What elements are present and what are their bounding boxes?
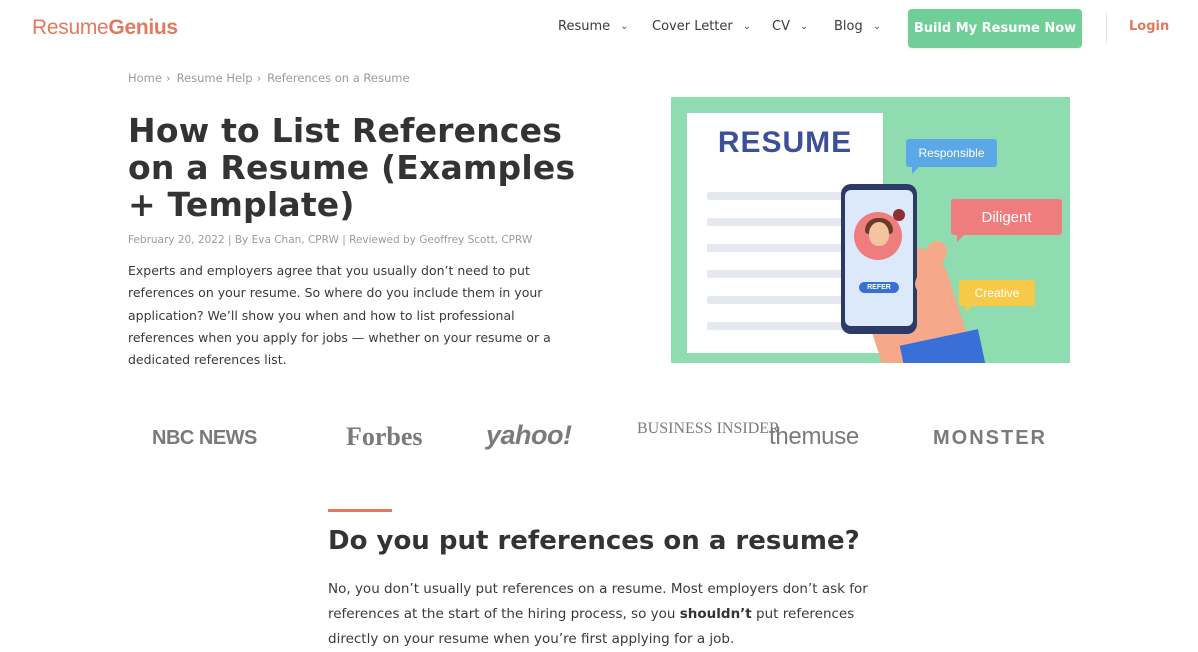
phone-illustration: REFER (841, 184, 917, 334)
breadcrumb-home[interactable]: Home (128, 71, 162, 85)
logo-text-part1: Resume (32, 16, 109, 39)
section-paragraph: No, you don’t usually put references on … (328, 577, 868, 652)
breadcrumb: Home › Resume Help › References on a Resume (128, 71, 410, 85)
nav-blog-label: Blog (834, 19, 863, 34)
hero-illustration: RESUME Responsible Diligent Creative REF… (671, 97, 1070, 363)
resume-paper-title: RESUME (717, 126, 853, 159)
nav-cv-label: CV (772, 19, 790, 34)
article-meta: February 20, 2022 | By Eva Chan, CPRW | … (128, 234, 533, 246)
chevron-down-icon: ⌄ (872, 21, 882, 32)
press-logos: NBC NEWS Forbes yahoo! BUSINESS INSIDER … (0, 418, 1198, 458)
nav-blog[interactable]: Blog ⌄ (834, 19, 881, 34)
nav-cover-letter-label: Cover Letter (652, 19, 733, 34)
breadcrumb-separator-icon: › (256, 71, 262, 85)
paragraph-bold-text: shouldn’t (679, 606, 752, 622)
face-shape (869, 222, 889, 246)
section-heading: Do you put references on a resume? (328, 526, 860, 556)
responsible-bubble: Responsible (906, 139, 997, 174)
monster-logo: MONSTER (933, 427, 1047, 449)
login-link[interactable]: Login (1129, 19, 1169, 34)
page-title: How to List References on a Resume (Exam… (128, 111, 576, 224)
text-line-decoration (707, 244, 863, 252)
article-intro: Experts and employers agree that you usu… (128, 263, 551, 368)
header-divider (1106, 13, 1107, 43)
forbes-logo: Forbes (346, 422, 423, 451)
resumegenius-logo[interactable]: ResumeGenius (32, 16, 178, 40)
diligent-bubble: Diligent (951, 199, 1062, 242)
text-line-decoration (707, 192, 863, 200)
logo-text-part2: Genius (108, 16, 178, 39)
site-header: ResumeGenius Resume ⌄ Cover Letter ⌄ CV ⌄ B… (0, 0, 1198, 58)
notification-dot-icon (893, 209, 905, 221)
breadcrumb-separator-icon: › (165, 71, 171, 85)
business-insider-logo: BUSINESS INSIDER (637, 420, 780, 437)
text-line-decoration (707, 270, 863, 278)
breadcrumb-current[interactable]: References on a Resume (267, 71, 409, 85)
chevron-down-icon: ⌄ (620, 21, 629, 32)
nav-cover-letter[interactable]: Cover Letter ⌄ (652, 19, 751, 34)
themuse-logo: themuse (769, 423, 859, 450)
refer-badge: REFER (859, 282, 899, 293)
text-line-decoration (707, 296, 863, 304)
creative-bubble: Creative (959, 280, 1035, 313)
build-resume-button[interactable]: Build My Resume Now (908, 9, 1082, 48)
text-line-decoration (707, 218, 863, 226)
chevron-down-icon: ⌄ (799, 21, 809, 32)
nbc-news-logo: NBC NEWS (152, 427, 257, 449)
text-line-decoration (707, 322, 863, 330)
nav-resume-label: Resume (558, 19, 611, 34)
yahoo-logo: yahoo! (486, 420, 572, 450)
chevron-down-icon: ⌄ (742, 21, 752, 32)
breadcrumb-resume-help[interactable]: Resume Help (177, 71, 253, 85)
nav-resume[interactable]: Resume ⌄ (558, 19, 629, 34)
nav-cv[interactable]: CV ⌄ (772, 19, 808, 34)
section-accent-bar (328, 509, 392, 512)
